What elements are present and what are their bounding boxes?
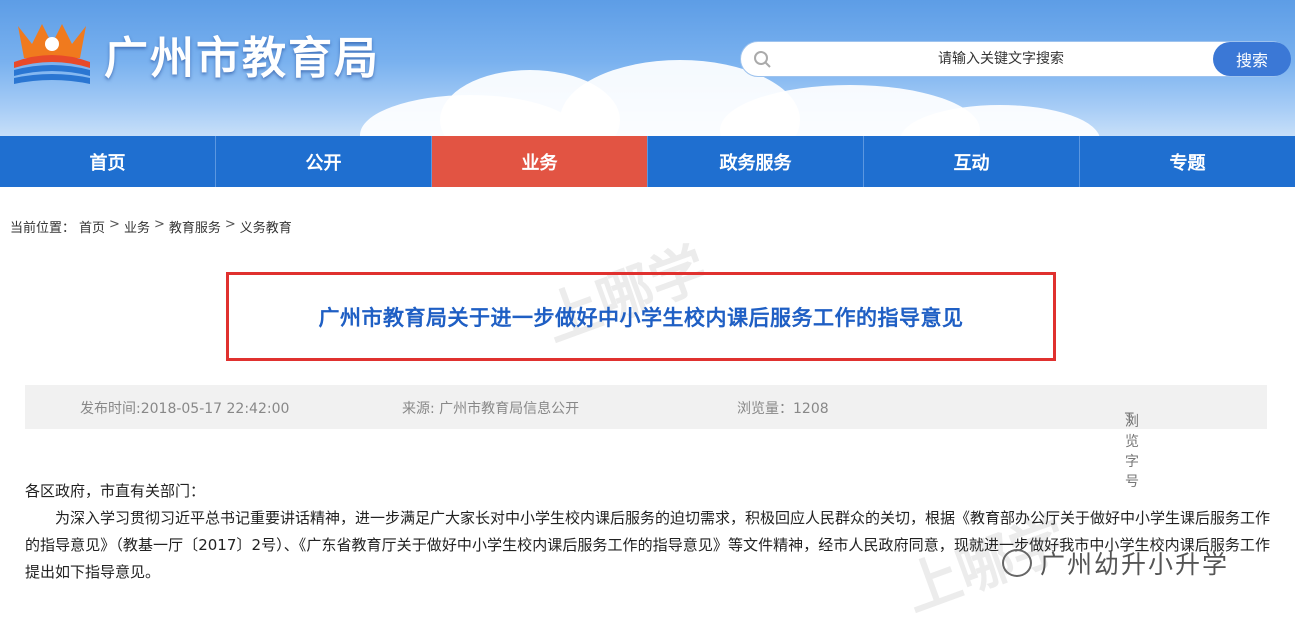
breadcrumb-link-business[interactable]: 业务 xyxy=(124,217,150,236)
article-title: 广州市教育局关于进一步做好中小学生校内课后服务工作的指导意见 xyxy=(318,305,964,330)
article-meta-bar: 发布时间:2018-05-17 22:42:00 来源: 广州市教育局信息公开 … xyxy=(25,385,1267,490)
search-icon xyxy=(754,51,771,68)
breadcrumb-link-home[interactable]: 首页 xyxy=(79,217,105,236)
article-salutation: 各区政府，市直有关部门： xyxy=(25,482,206,500)
bureau-logo-icon[interactable] xyxy=(10,18,94,88)
breadcrumb: 当前位置： 首页 > 业务 > 教育服务 > 义务教育 xyxy=(10,217,292,236)
view-count: 浏览量：1208 xyxy=(737,401,829,417)
breadcrumb-link-compulsory-education[interactable]: 义务教育 xyxy=(240,217,292,236)
breadcrumb-separator: > xyxy=(109,217,120,232)
article-title-highlight: 广州市教育局关于进一步做好中小学生校内课后服务工作的指导意见 xyxy=(226,272,1056,361)
nav-item-gov-services[interactable]: 政务服务 xyxy=(648,136,864,187)
nav-item-interaction[interactable]: 互动 xyxy=(864,136,1080,187)
search-button[interactable]: 搜索 xyxy=(1213,42,1291,76)
publish-time: 发布时间:2018-05-17 22:42:00 xyxy=(80,401,290,417)
site-title[interactable]: 广州市教育局 xyxy=(104,22,380,86)
breadcrumb-link-education-services[interactable]: 教育服务 xyxy=(169,217,221,236)
breadcrumb-separator: > xyxy=(153,217,165,232)
wechat-account-icon xyxy=(1002,549,1032,577)
nav-item-topics[interactable]: 专题 xyxy=(1080,136,1295,187)
account-watermark: 广州幼升小升学 xyxy=(1002,545,1229,581)
nav-item-home[interactable]: 首页 xyxy=(0,136,216,187)
breadcrumb-prefix: 当前位置： xyxy=(10,221,76,236)
nav-item-business[interactable]: 业务 xyxy=(432,136,648,187)
search-input[interactable] xyxy=(811,42,1191,76)
search-box xyxy=(740,41,1290,77)
site-header: 广州市教育局 搜索 xyxy=(0,0,1295,136)
breadcrumb-separator: > xyxy=(224,217,236,232)
article-source: 来源: 广州市教育局信息公开 xyxy=(402,401,580,417)
main-nav: 首页 公开 业务 政务服务 互动 专题 xyxy=(0,136,1295,187)
account-watermark-label: 广州幼升小升学 xyxy=(1040,550,1230,579)
nav-item-public[interactable]: 公开 xyxy=(216,136,432,187)
